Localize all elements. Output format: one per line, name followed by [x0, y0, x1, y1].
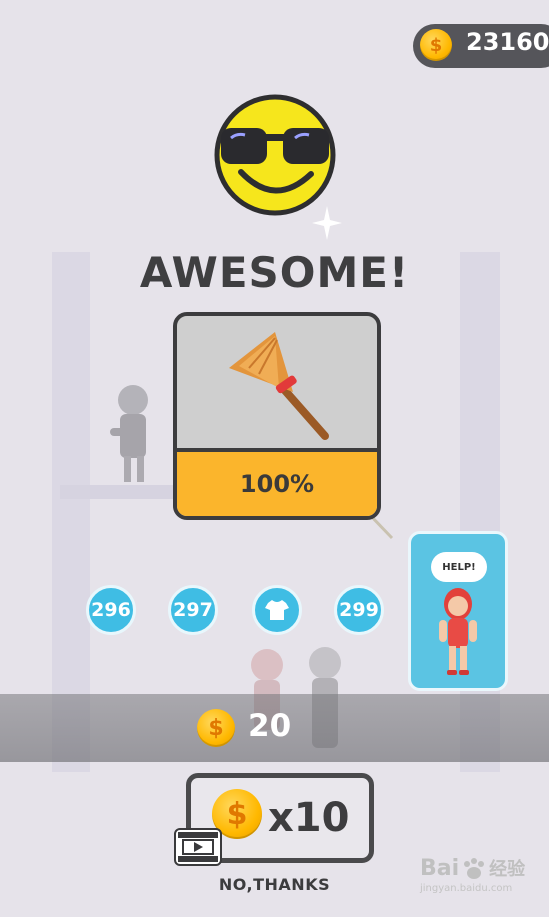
reward-progress: 100% [177, 448, 377, 516]
level-shirt-reward [252, 585, 302, 635]
speech-bubble: HELP! [431, 552, 487, 582]
multiplier-label: x10 [268, 795, 350, 841]
villain-silhouette [110, 385, 148, 482]
earned-coins: 20 [248, 708, 292, 744]
watermark-url: jingyan.baidu.com [420, 883, 513, 894]
level-296: 296 [86, 585, 136, 635]
speech-text: HELP! [442, 561, 476, 573]
video-ad-icon [174, 828, 222, 866]
dollar-coin-icon: $ [420, 29, 452, 61]
result-title: AWESOME! [139, 248, 410, 297]
baidu-jingyan-watermark: Bai 经验 jingyan.baidu.com [420, 855, 545, 913]
next-character-card: HELP! [408, 531, 508, 691]
reward-card: 100% [173, 312, 381, 520]
watermark-cn: 经验 [489, 859, 526, 880]
coin-balance: 23160 [466, 28, 549, 56]
cool-sunglasses-face-icon [214, 94, 336, 216]
level-299: 299 [334, 585, 384, 635]
watermark-brand: Bai [420, 855, 460, 881]
paw-icon [464, 858, 485, 879]
red-haired-girl-icon [439, 588, 477, 675]
shirt-icon [265, 600, 289, 620]
dollar-coin-icon: $ [197, 709, 235, 747]
level-297: 297 [168, 585, 218, 635]
sparkle-icon [312, 206, 342, 240]
broom-icon [229, 332, 329, 440]
